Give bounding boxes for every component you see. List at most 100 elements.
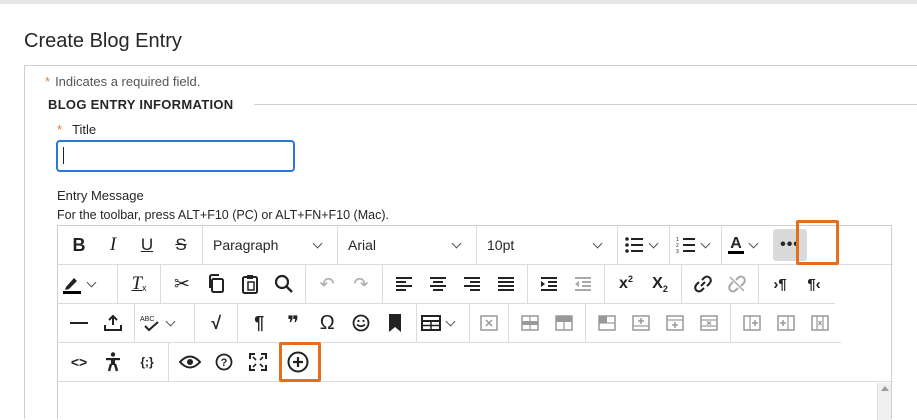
paragraph-format-value: Paragraph	[213, 237, 279, 253]
italic-icon: I	[109, 234, 117, 255]
highlight-color-button[interactable]	[62, 274, 101, 294]
ltr-button[interactable]: ›¶	[763, 268, 797, 300]
align-center-button[interactable]	[421, 268, 455, 300]
text-cursor	[63, 147, 64, 164]
title-label: * Title	[57, 122, 96, 137]
table-cell-props-button[interactable]	[547, 307, 581, 339]
bold-icon: B	[72, 234, 86, 255]
text-color-swatch	[728, 251, 744, 254]
justify-button[interactable]	[489, 268, 523, 300]
redo-button[interactable]: ↷	[344, 268, 378, 300]
insert-row-after-button[interactable]	[624, 307, 658, 339]
clear-formatting-x: x	[142, 283, 147, 293]
copy-icon	[209, 274, 224, 293]
svg-text:ABC: ABC	[140, 316, 154, 323]
editor-scrollbar[interactable]	[877, 383, 891, 420]
spellcheck-button[interactable]: ABC	[139, 313, 180, 333]
help-button[interactable]: ?	[207, 346, 241, 378]
paste-button[interactable]	[233, 268, 267, 300]
insert-column-after-button[interactable]	[769, 307, 803, 339]
paragraph-mark-button[interactable]: ¶	[242, 307, 276, 339]
spellcheck-icon: ABC	[140, 316, 159, 332]
insert-column-after-icon	[777, 315, 795, 331]
table-insert-group	[586, 304, 731, 342]
special-character-button[interactable]: Ω	[310, 307, 344, 339]
text-color-letter: A	[730, 235, 742, 252]
delete-column-button[interactable]	[803, 307, 837, 339]
indent-button[interactable]	[532, 268, 566, 300]
emoticon-button[interactable]	[344, 307, 378, 339]
insert-row-before-icon	[598, 315, 616, 331]
math-editor-button[interactable]: √	[199, 307, 233, 339]
section-divider	[254, 104, 917, 105]
cut-button[interactable]: ✂	[165, 268, 199, 300]
undo-button[interactable]: ↶	[310, 268, 344, 300]
outdent-icon	[575, 277, 591, 291]
editor-content-area[interactable]	[58, 382, 891, 420]
remove-link-button[interactable]	[720, 268, 754, 300]
title-input[interactable]	[56, 140, 295, 172]
insert-column-before-button[interactable]	[735, 307, 769, 339]
bold-button[interactable]: B	[62, 229, 96, 261]
delete-row-button[interactable]	[692, 307, 726, 339]
table-rows-group	[509, 304, 586, 342]
superscript-button[interactable]: x2	[609, 268, 643, 300]
delete-column-icon	[811, 315, 829, 331]
fullscreen-button[interactable]	[241, 346, 275, 378]
insert-row-before-button[interactable]	[590, 307, 624, 339]
required-note: * Indicates a required field.	[45, 74, 200, 89]
subscript-base: X	[652, 275, 663, 292]
clear-formatting-icon: T	[131, 273, 143, 294]
align-group	[383, 265, 528, 303]
source-code-button[interactable]: <>	[62, 346, 96, 378]
blockquote-button[interactable]: ❞	[276, 307, 310, 339]
insert-file-button[interactable]	[96, 307, 130, 339]
toolbar-row-2: Tx ✂ ↶ ↷ x2 X2 ›¶ ¶‹	[58, 265, 835, 304]
align-left-button[interactable]	[387, 268, 421, 300]
accessibility-checker-button[interactable]	[96, 346, 130, 378]
superscript-exp: 2	[627, 274, 633, 284]
italic-button[interactable]: I	[96, 229, 130, 261]
link-group	[682, 265, 759, 303]
paragraph-format-select[interactable]: Paragraph	[203, 226, 338, 264]
clear-formatting-button[interactable]: Tx	[122, 268, 156, 300]
delete-table-button[interactable]	[472, 307, 506, 339]
highlight-group	[58, 265, 118, 303]
anchor-button[interactable]	[378, 307, 412, 339]
required-asterisk: *	[57, 122, 63, 137]
font-size-select[interactable]: 10pt	[477, 226, 618, 264]
bullet-list-button[interactable]	[624, 236, 663, 254]
scroll-up-arrow-icon[interactable]	[881, 386, 889, 391]
svg-text:3: 3	[676, 249, 679, 254]
find-button[interactable]	[267, 268, 301, 300]
underline-button[interactable]: U	[130, 229, 164, 261]
align-right-button[interactable]	[455, 268, 489, 300]
horizontal-line-button[interactable]	[62, 307, 96, 339]
code-icon: <>	[70, 354, 88, 370]
subscript-button[interactable]: X2	[643, 268, 677, 300]
variables-button[interactable]: {;}	[130, 346, 164, 378]
copy-button[interactable]	[199, 268, 233, 300]
numbered-list-group: 123	[670, 226, 722, 264]
pilcrow-icon: ¶	[254, 312, 265, 333]
text-color-icon: A	[728, 236, 744, 254]
required-asterisk: *	[45, 74, 51, 89]
strikethrough-button[interactable]: S	[164, 229, 198, 261]
ltr-icon: ›¶	[773, 275, 787, 293]
table-row-icon	[521, 315, 539, 331]
insert-column-button[interactable]	[658, 307, 692, 339]
square-root-icon: √	[211, 312, 222, 333]
unlink-icon	[728, 275, 746, 293]
insert-link-button[interactable]	[686, 268, 720, 300]
preview-button[interactable]	[173, 346, 207, 378]
text-color-button[interactable]: A	[728, 236, 763, 254]
table-button[interactable]	[421, 315, 460, 331]
numbered-list-button[interactable]: 123	[676, 236, 715, 254]
font-family-select[interactable]: Arial	[338, 226, 477, 264]
chevron-down-icon	[165, 316, 176, 326]
table-group	[417, 304, 470, 342]
rtl-button[interactable]: ¶‹	[797, 268, 831, 300]
spellcheck-group: ABC	[135, 304, 196, 342]
outdent-button[interactable]	[566, 268, 600, 300]
table-row-props-button[interactable]	[513, 307, 547, 339]
